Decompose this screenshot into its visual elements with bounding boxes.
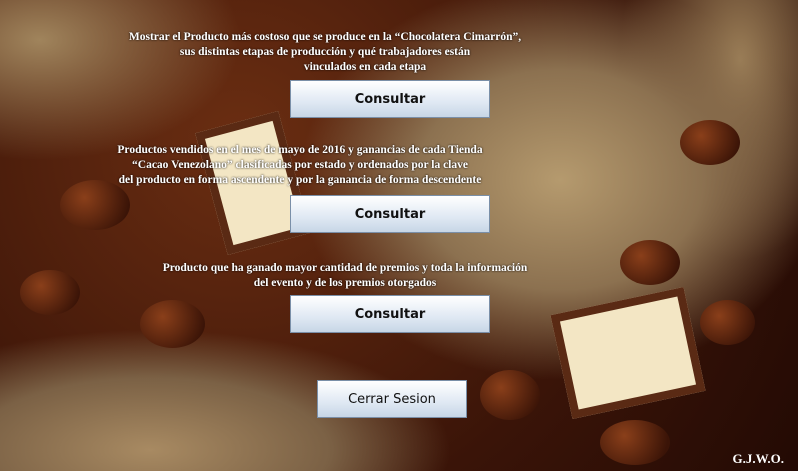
consultar-button-2[interactable]: Consultar <box>290 195 490 233</box>
line: Mostrar el Producto más costoso que se p… <box>128 31 522 43</box>
line: Producto que ha ganado mayor cantidad de… <box>162 262 528 274</box>
line: Productos vendidos en el mes de mayo de … <box>117 144 483 156</box>
logout-button[interactable]: Cerrar Sesion <box>317 380 467 418</box>
line: del evento y de los premios otorgados <box>253 277 437 289</box>
consultar-button-3[interactable]: Consultar <box>290 295 490 333</box>
section-3-description: Producto que ha ganado mayor cantidad de… <box>20 261 670 291</box>
section-1-description: Mostrar el Producto más costoso que se p… <box>0 30 650 75</box>
signature: G.J.W.O. <box>732 451 784 466</box>
consultar-button-1[interactable]: Consultar <box>290 80 490 118</box>
section-2-description: Productos vendidos en el mes de mayo de … <box>0 143 625 188</box>
line: sus distintas etapas de producción y qué… <box>179 46 471 58</box>
line: del producto en forma ascendente y por l… <box>118 174 482 186</box>
line: vinculados en cada etapa <box>303 61 427 73</box>
line: “Cacao Venezolano” clasificadas por esta… <box>132 159 468 171</box>
